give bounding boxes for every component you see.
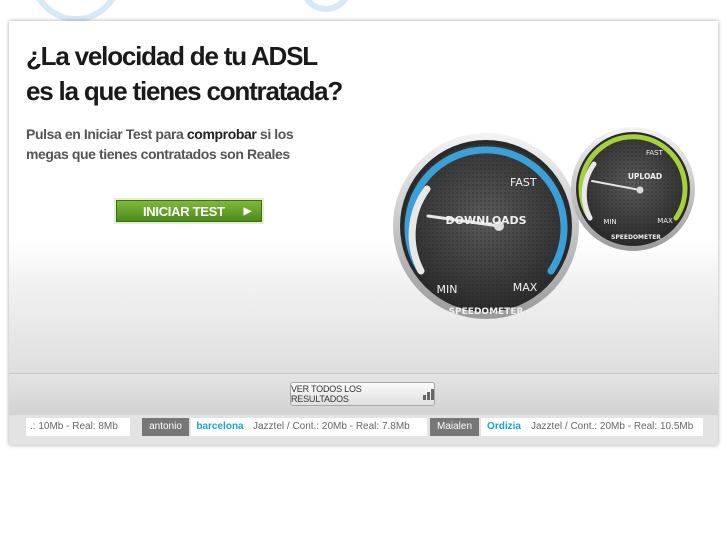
upload-fast-label: FAST	[646, 149, 664, 157]
headline-line-2: es la que tienes contratada?	[26, 76, 343, 106]
upload-max-label: MAX	[657, 217, 673, 225]
fast-label: FAST	[510, 176, 537, 189]
upload-brand: SPEEDOMETER	[611, 234, 661, 241]
upload-title: UPLOAD	[628, 172, 662, 181]
ticker-user-name: Maialen	[430, 418, 479, 436]
min-label: MIN	[437, 283, 458, 296]
page-title: ¿La velocidad de tu ADSL es la que tiene…	[26, 39, 343, 109]
play-arrow-icon: ▶	[243, 205, 252, 217]
ticker-city: Ordizia	[481, 418, 527, 436]
ticker-info: Jazztel / Cont.: 20Mb - Real: 7.8Mb	[249, 418, 427, 436]
start-test-button[interactable]: INICIAR TEST ▶	[116, 200, 262, 222]
hero-section: ¿La velocidad de tu ADSL es la que tiene…	[9, 21, 718, 373]
headline-line-1: ¿La velocidad de tu ADSL	[26, 41, 318, 71]
ticker-info: Jazztel / Cont.: 20Mb - Real: 10.5Mb	[527, 418, 703, 436]
download-speedometer: FAST DOWNLOADS MIN MAX SPEEDOMETER	[391, 131, 581, 321]
ticker-info: .: 10Mb - Real: 8Mb	[26, 418, 130, 436]
bar-chart-icon	[423, 388, 434, 400]
view-all-results-label: VER TODOS LOS RESULTADOS	[291, 384, 362, 404]
upload-min-label: MIN	[603, 218, 616, 226]
downloads-title: DOWNLOADS	[445, 214, 526, 227]
ticker-city: barcelona	[191, 418, 249, 436]
upload-speedometer: FAST UPLOAD MIN MAX SPEEDOMETER	[570, 126, 696, 252]
results-bar: VER TODOS LOS RESULTADOS	[9, 373, 718, 416]
max-label: MAX	[513, 281, 538, 294]
start-test-label: INICIAR TEST	[143, 203, 225, 219]
main-panel: ¿La velocidad de tu ADSL es la que tiene…	[9, 21, 718, 445]
ticker-user-name: antonio	[142, 418, 189, 436]
description-text: Pulsa en Iniciar Test para	[26, 126, 187, 142]
description-emphasis: comprobar	[186, 126, 257, 142]
hero-description: Pulsa en Iniciar Test para comprobar si …	[26, 124, 326, 164]
results-ticker: .: 10Mb - Real: 8Mb antonio barcelona Ja…	[9, 415, 718, 445]
speedometer-brand: SPEEDOMETER	[449, 307, 524, 317]
view-all-results-button[interactable]: VER TODOS LOS RESULTADOS	[290, 382, 435, 406]
